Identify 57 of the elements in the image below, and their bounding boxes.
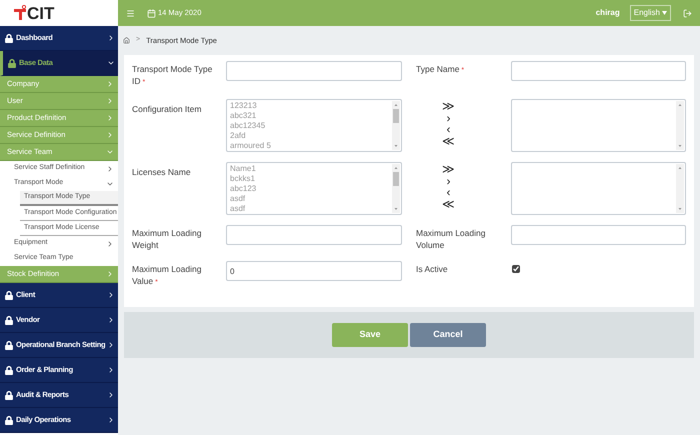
text-input[interactable] — [226, 225, 402, 245]
logout-icon[interactable] — [683, 8, 692, 18]
lock-icon — [5, 34, 13, 42]
checkbox[interactable] — [512, 265, 520, 273]
cancel-button[interactable]: Cancel — [410, 323, 486, 347]
chevron-right-icon — [107, 34, 115, 42]
field-label: Is Active — [416, 263, 449, 275]
lock-icon — [5, 316, 13, 324]
chevron-right-icon — [107, 416, 115, 424]
chevron-right-icon — [106, 114, 114, 122]
lock-icon — [5, 390, 13, 400]
text-input[interactable] — [511, 225, 686, 245]
transfer-button[interactable]: ‹ — [446, 124, 450, 136]
scrollbar[interactable] — [392, 164, 400, 213]
home-icon[interactable] — [123, 37, 130, 44]
chevron-right-icon — [107, 391, 115, 399]
scrollbar[interactable] — [392, 101, 400, 150]
chevron-right-icon — [107, 341, 115, 349]
menu-icon[interactable] — [126, 8, 135, 18]
transfer-button[interactable]: ≫ — [442, 101, 455, 112]
lock-icon — [8, 58, 16, 68]
chevron-right-icon — [106, 131, 114, 139]
lock-icon — [5, 290, 13, 300]
chevron-down-icon — [107, 59, 115, 67]
calendar-icon — [147, 8, 156, 18]
logo-mark-icon — [14, 5, 26, 21]
field-label: Configuration Item — [132, 103, 202, 115]
text-input[interactable] — [511, 61, 686, 81]
field-label: Maximum Loading Weight — [132, 227, 202, 251]
text-input[interactable] — [226, 61, 402, 81]
chevron-right-icon — [107, 366, 115, 374]
field-label: Maximum Loading Volume — [416, 227, 486, 251]
scrollbar[interactable] — [676, 164, 684, 213]
transfer-button[interactable]: ‹ — [446, 187, 450, 198]
list-box[interactable] — [511, 99, 686, 152]
chevron-right-icon — [107, 316, 115, 324]
chevron-right-icon — [106, 240, 114, 248]
chevron-right-icon — [106, 97, 114, 105]
transfer-button[interactable]: ≪ — [442, 136, 455, 147]
lock-icon — [5, 416, 13, 424]
transfer-button[interactable]: › — [446, 112, 450, 124]
lock-icon — [5, 340, 13, 350]
field-label: Licenses Name — [132, 166, 192, 178]
list-box[interactable] — [511, 162, 686, 215]
chevron-right-icon — [107, 291, 115, 299]
text-input[interactable]: 0 — [226, 261, 402, 281]
chevron-right-icon — [106, 164, 114, 172]
scrollbar[interactable] — [676, 101, 684, 150]
lock-icon — [5, 366, 13, 374]
caret-down-icon — [662, 11, 667, 15]
chevron-right-icon — [106, 80, 114, 88]
chevron-down-icon — [106, 148, 114, 156]
logo-text: CIT — [27, 4, 54, 22]
transfer-button[interactable]: › — [446, 176, 450, 187]
transfer-button[interactable]: ≫ — [442, 164, 455, 176]
transfer-button[interactable]: ≪ — [442, 198, 455, 210]
chevron-right-icon — [106, 270, 114, 278]
